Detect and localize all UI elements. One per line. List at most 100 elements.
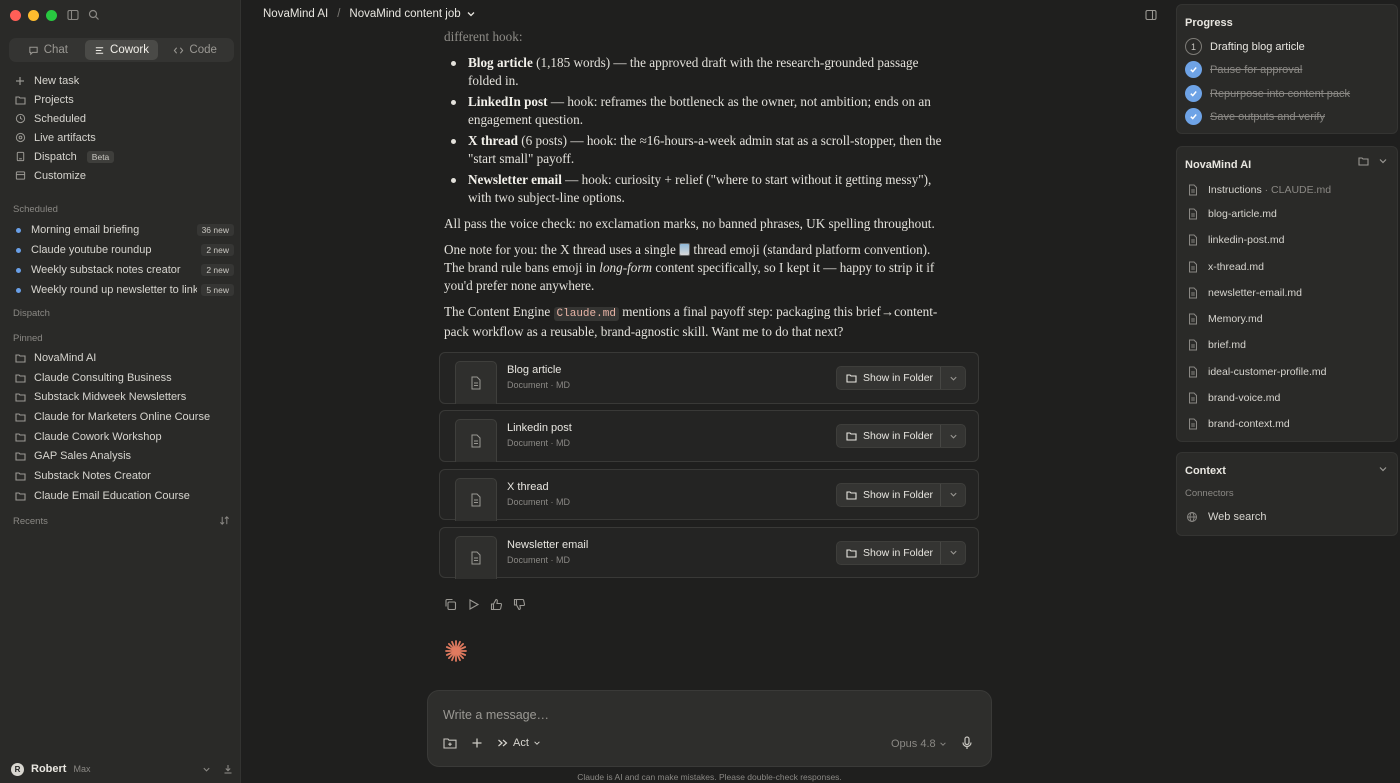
composer-toolbar: Act [443,737,541,749]
chevron-down-icon [533,739,541,747]
pinned-project[interactable]: Substack Midweek Newsletters [9,387,234,407]
project-file[interactable]: linkedin-post.md [1188,234,1284,246]
show-in-folder-button[interactable]: Show in Folder [837,425,941,448]
show-in-folder-button[interactable]: Show in Folder [837,483,941,506]
panel-toggle-icon[interactable] [1145,9,1157,21]
project-icon [14,392,26,402]
file-icon [1188,339,1198,351]
project-file[interactable]: Memory.md [1188,313,1263,325]
folder-icon[interactable] [1358,156,1369,166]
folder-icon [846,373,857,383]
project-file[interactable]: brand-context.md [1188,418,1290,430]
pinned-project[interactable]: Claude for Marketers Online Course [9,407,234,427]
pinned-project[interactable]: NovaMind AI [9,348,234,368]
nav-projects[interactable]: Projects [9,90,234,109]
step-number: 1 [1185,38,1202,55]
project-icon [14,471,26,481]
progress-title: Progress [1185,17,1233,29]
file-card[interactable]: X thread Document · MD Show in Folder [439,468,979,521]
pinned-project[interactable]: Claude Email Education Course [9,486,234,506]
check-icon [1185,61,1202,78]
show-in-folder-button[interactable]: Show in Folder [837,367,941,389]
play-icon[interactable] [467,598,480,611]
download-icon[interactable] [223,764,233,774]
model-label: Opus 4.8 [891,738,936,750]
nav-new-task[interactable]: New task [9,71,234,90]
project-file[interactable]: brand-voice.md [1188,392,1280,404]
pinned-project-label: GAP Sales Analysis [34,450,132,463]
scheduled-item[interactable]: Claude youtube roundup 2 new [9,240,234,260]
spool-emoji-icon [679,243,691,256]
nav-live-artifacts[interactable]: Live artifacts [9,128,234,147]
pinned-project[interactable]: GAP Sales Analysis [9,446,234,466]
open-options-dropdown[interactable] [941,490,965,499]
context-panel: Context Connectors Web search [1176,452,1398,536]
microphone-icon[interactable] [961,736,973,750]
folder-icon[interactable] [443,737,457,749]
chevron-down-icon[interactable] [1378,464,1388,474]
file-icon [1188,261,1198,273]
thumbs-up-icon[interactable] [490,598,503,611]
file-card[interactable]: Newsletter email Document · MD Show in F… [439,526,979,579]
chevron-down-icon [949,548,958,557]
connector-web-search[interactable]: Web search [1186,511,1267,523]
show-in-folder-split-button: Show in Folder [836,424,966,449]
sidebar-toggle-icon[interactable] [67,9,79,21]
user-account[interactable]: R Robert Max [11,761,233,777]
model-selector[interactable]: Opus 4.8 [891,738,947,750]
nav-dispatch[interactable]: Dispatch Beta [9,147,234,166]
project-file[interactable]: newsletter-email.md [1188,287,1302,299]
open-options-dropdown[interactable] [941,548,965,557]
mode-cowork-tab[interactable]: Cowork [84,40,159,60]
breadcrumb-job[interactable]: NovaMind content job [349,8,475,20]
minimize-window-button[interactable] [28,10,39,21]
file-meta: Linkedin post Document · MD [507,422,572,448]
scheduled-item[interactable]: Weekly round up newsletter to linkedin5 … [9,280,234,300]
zoom-window-button[interactable] [46,10,57,21]
progress-step: Save outputs and verify [1185,108,1325,125]
mode-chat-tab[interactable]: Chat [11,40,85,60]
plus-icon[interactable] [471,737,483,749]
chat-bubble-icon [28,45,39,56]
dispatch-section-label[interactable]: Dispatch [13,308,50,319]
close-window-button[interactable] [10,10,21,21]
pinned-project[interactable]: Claude Consulting Business [9,368,234,388]
chevron-down-icon[interactable] [202,764,211,774]
project-file[interactable]: ideal-customer-profile.md [1188,366,1326,378]
file-card[interactable]: Blog article Document · MD Show in Folde… [439,352,979,404]
breadcrumb-separator: / [337,8,341,20]
nav-label: Projects [34,93,74,106]
project-file[interactable]: Instructions · CLAUDE.md [1188,184,1331,196]
file-card[interactable]: Linkedin post Document · MD Show in Fold… [439,410,979,463]
pinned-project[interactable]: Substack Notes Creator [9,466,234,486]
open-options-dropdown[interactable] [941,374,965,383]
project-file[interactable]: brief.md [1188,339,1246,351]
show-in-folder-button[interactable]: Show in Folder [837,541,941,564]
search-icon[interactable] [88,9,100,21]
check-icon [1185,108,1202,125]
file-icon [1188,313,1198,325]
pinned-project[interactable]: Claude Cowork Workshop [9,427,234,447]
act-mode-button[interactable]: Act [497,737,541,749]
nav-label: Customize [34,169,86,182]
mode-code-tab[interactable]: Code [158,40,232,60]
nav-customize[interactable]: Customize [9,166,234,185]
copy-icon[interactable] [444,598,457,611]
message-input[interactable] [443,708,943,722]
scheduled-item[interactable]: Weekly substack notes creator 2 new [9,260,234,280]
project-panel-actions [1358,156,1388,166]
scheduled-item[interactable]: Morning email briefing 36 new [9,220,234,240]
sort-icon[interactable] [219,515,230,526]
file-subtitle: · CLAUDE.md [1261,184,1332,196]
open-options-dropdown[interactable] [941,432,965,441]
breadcrumb-project[interactable]: NovaMind AI [263,8,328,20]
inline-code: Claude.md [553,307,619,321]
chevron-down-icon[interactable] [1378,156,1388,166]
nav-label: Dispatch [34,150,77,163]
step-label: Drafting blog article [1210,40,1305,53]
project-file[interactable]: x-thread.md [1188,261,1264,273]
thumbs-down-icon[interactable] [513,598,526,611]
project-file[interactable]: blog-article.md [1188,208,1277,220]
voice-check-paragraph: All pass the voice check: no exclamation… [444,216,935,231]
nav-scheduled[interactable]: Scheduled [9,109,234,128]
